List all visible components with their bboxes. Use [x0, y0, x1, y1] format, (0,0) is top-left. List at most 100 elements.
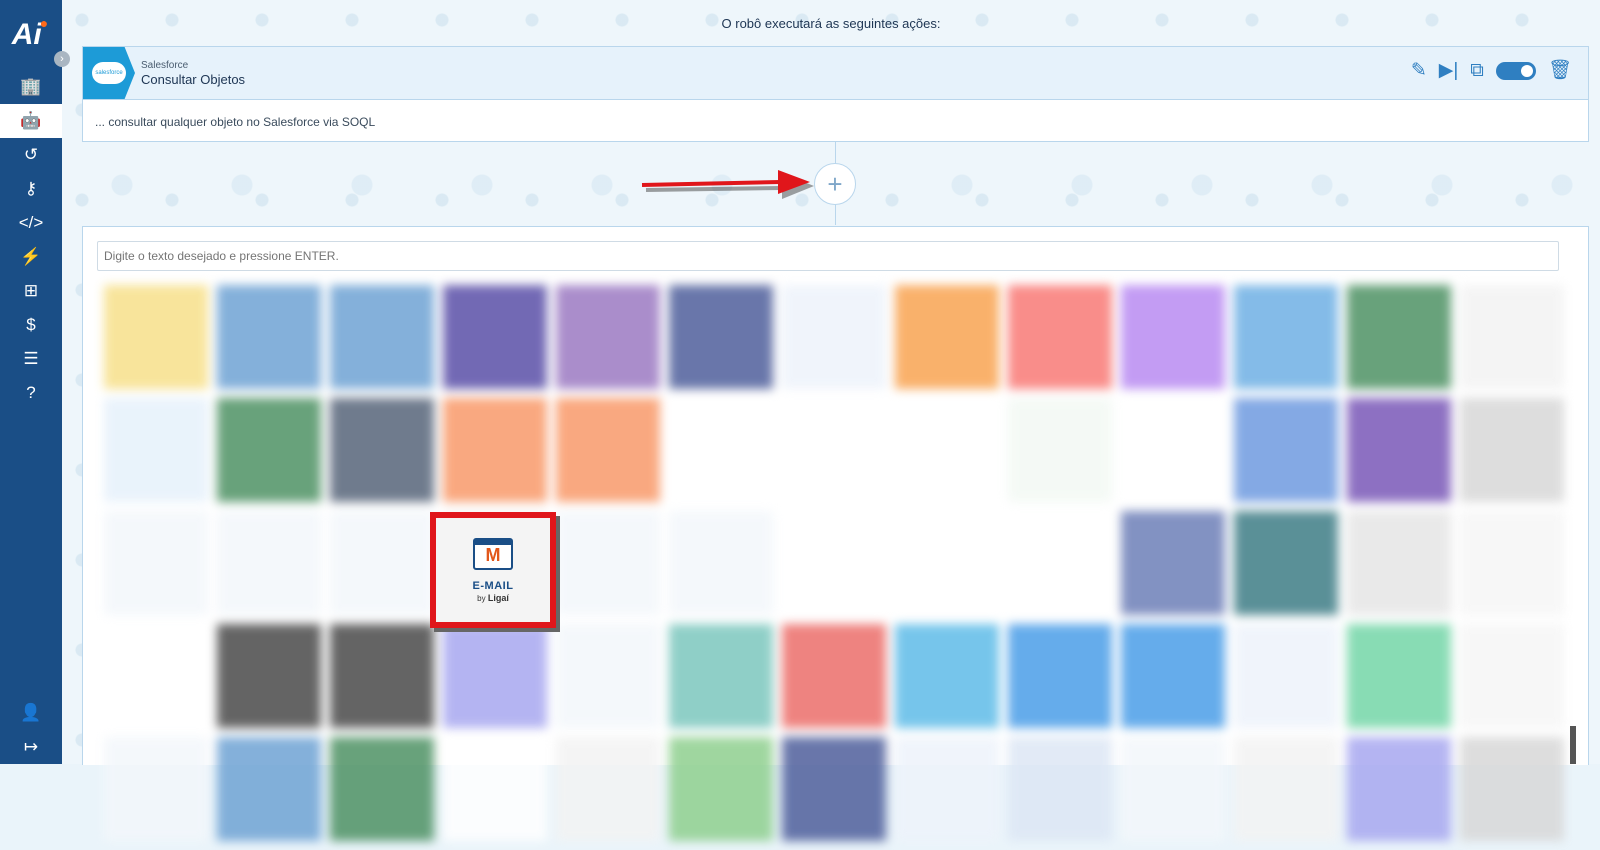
- integration-tile[interactable]: [325, 398, 438, 511]
- integration-tile[interactable]: [99, 737, 212, 850]
- sidebar-item-user[interactable]: 👤: [0, 696, 62, 730]
- integration-tile[interactable]: [212, 737, 325, 850]
- key-icon: ⚷: [24, 179, 38, 198]
- integration-tile[interactable]: [890, 737, 1003, 850]
- integration-tile[interactable]: [1455, 398, 1568, 511]
- sidebar-item-bolt[interactable]: ⚡: [0, 240, 62, 274]
- integration-tile[interactable]: [664, 737, 777, 850]
- sidebar-item-help[interactable]: ?: [0, 376, 62, 410]
- integration-tile-logo: [329, 624, 434, 728]
- sidebar-item-building[interactable]: 🏢: [0, 70, 62, 104]
- integration-tile-logo: [894, 624, 999, 728]
- integration-tile[interactable]: [1229, 398, 1342, 511]
- integration-tile[interactable]: [1229, 624, 1342, 737]
- integration-tile[interactable]: [777, 737, 890, 850]
- integration-tile[interactable]: [664, 285, 777, 398]
- integration-tile[interactable]: [1455, 737, 1568, 850]
- integration-tile[interactable]: [1116, 737, 1229, 850]
- integration-tile[interactable]: [551, 511, 664, 624]
- scrollbar[interactable]: [1570, 726, 1576, 764]
- integration-tile[interactable]: [325, 737, 438, 850]
- integration-tile-logo: [103, 511, 208, 615]
- integration-tile[interactable]: [551, 624, 664, 737]
- integration-tile[interactable]: [551, 737, 664, 850]
- edit-icon[interactable]: ✎: [1411, 61, 1427, 81]
- integration-tile[interactable]: [890, 398, 1003, 511]
- logout-icon: ↦: [23, 737, 39, 756]
- action-card[interactable]: salesforce Salesforce Consultar Objetos …: [82, 46, 1589, 142]
- integration-tile[interactable]: [1455, 285, 1568, 398]
- sidebar-item-invoice[interactable]: $: [0, 308, 62, 342]
- invoice-icon: $: [26, 315, 36, 334]
- integration-tile[interactable]: [212, 624, 325, 737]
- integration-tile[interactable]: [1003, 511, 1116, 624]
- copy-icon[interactable]: ⧉: [1470, 61, 1484, 81]
- integration-tile[interactable]: [99, 285, 212, 398]
- integration-tile[interactable]: [1116, 398, 1229, 511]
- integration-tile[interactable]: [777, 511, 890, 624]
- sidebar-item-history[interactable]: ↺: [0, 138, 62, 172]
- integration-tile[interactable]: [890, 285, 1003, 398]
- integration-tile-logo: [1007, 285, 1112, 389]
- integration-tile[interactable]: [890, 511, 1003, 624]
- sidebar-collapse-button[interactable]: ›: [54, 51, 70, 67]
- integration-tile[interactable]: [212, 398, 325, 511]
- integration-tile[interactable]: [664, 624, 777, 737]
- integration-tile[interactable]: [99, 624, 212, 737]
- integration-tile[interactable]: [777, 285, 890, 398]
- integration-tile[interactable]: [1003, 398, 1116, 511]
- integration-tile[interactable]: [1229, 737, 1342, 850]
- integration-tile-logo: [1233, 737, 1338, 841]
- integration-tile[interactable]: [664, 511, 777, 624]
- integration-tile[interactable]: [438, 285, 551, 398]
- integration-tile[interactable]: [890, 624, 1003, 737]
- integration-tile[interactable]: [1116, 624, 1229, 737]
- integration-tile[interactable]: [1229, 511, 1342, 624]
- integration-tile-logo: [1459, 624, 1564, 728]
- integration-tile[interactable]: [212, 511, 325, 624]
- run-step-icon[interactable]: ▶|: [1439, 61, 1459, 81]
- integration-tile-logo: [555, 511, 660, 615]
- integration-tile[interactable]: [325, 285, 438, 398]
- integration-tile[interactable]: [1116, 285, 1229, 398]
- integration-tile[interactable]: [1342, 398, 1455, 511]
- sidebar-item-logout[interactable]: ↦: [0, 730, 62, 764]
- sidebar-item-sliders[interactable]: ☰: [0, 342, 62, 376]
- integration-tile[interactable]: [99, 398, 212, 511]
- integration-tile[interactable]: [325, 511, 438, 624]
- integration-tile[interactable]: [1342, 285, 1455, 398]
- integration-tile[interactable]: [1455, 624, 1568, 737]
- sidebar-item-key[interactable]: ⚷: [0, 172, 62, 206]
- integration-tile[interactable]: [1003, 624, 1116, 737]
- integration-tile[interactable]: [551, 398, 664, 511]
- integration-tile[interactable]: [1342, 511, 1455, 624]
- add-step-button[interactable]: +: [814, 163, 856, 205]
- enable-toggle[interactable]: [1495, 62, 1536, 80]
- integration-tile[interactable]: [664, 398, 777, 511]
- sidebar-item-sitemap[interactable]: ⊞: [0, 274, 62, 308]
- integration-tile[interactable]: [1003, 737, 1116, 850]
- email-integration-tile[interactable]: M E-MAIL by Ligaí: [430, 512, 556, 628]
- integration-tile[interactable]: [438, 398, 551, 511]
- integration-tile[interactable]: [777, 624, 890, 737]
- integration-tile[interactable]: [212, 285, 325, 398]
- integration-tile[interactable]: [1116, 511, 1229, 624]
- integration-tile[interactable]: [777, 398, 890, 511]
- integration-tile[interactable]: [438, 624, 551, 737]
- integration-tile[interactable]: [99, 511, 212, 624]
- sidebar-item-robot[interactable]: 🤖: [0, 104, 62, 138]
- integration-tile[interactable]: [551, 285, 664, 398]
- integration-tile[interactable]: [1342, 624, 1455, 737]
- search-input[interactable]: [97, 241, 1559, 271]
- integration-tile[interactable]: [1342, 737, 1455, 850]
- integration-tile[interactable]: [1455, 511, 1568, 624]
- integration-tile-logo: [555, 737, 660, 841]
- integration-tile[interactable]: [325, 624, 438, 737]
- integration-tile-logo: [668, 624, 773, 728]
- trash-icon[interactable]: 🗑: [1548, 61, 1572, 81]
- sidebar-item-code[interactable]: </>: [0, 206, 62, 240]
- integration-tile[interactable]: [1003, 285, 1116, 398]
- app-logo[interactable]: Ai ●: [0, 0, 62, 70]
- integration-tile[interactable]: [438, 737, 551, 850]
- integration-tile[interactable]: [1229, 285, 1342, 398]
